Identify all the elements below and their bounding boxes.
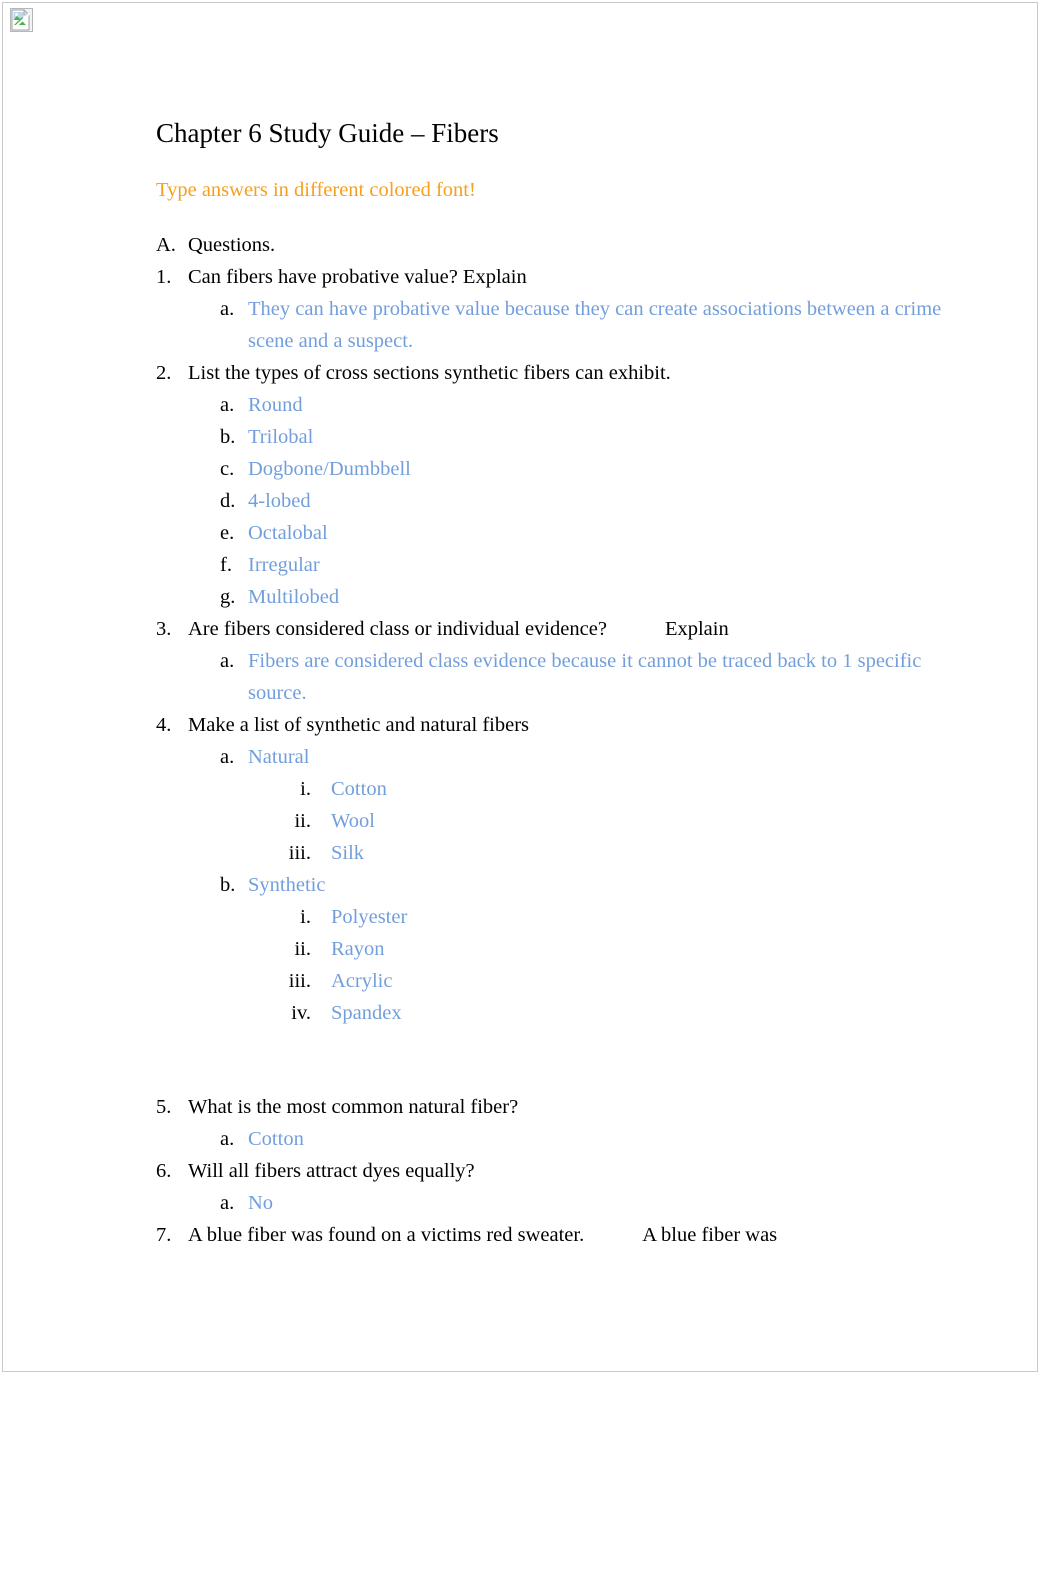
answer-text: Rayon [331,938,385,960]
answer-text: Synthetic [248,874,326,896]
question-text-part1: Are fibers considered class or individua… [188,618,607,640]
broken-image-icon[interactable] [10,8,33,32]
questions-outline: A. Questions. 1. Can fibers have probati… [156,229,946,1251]
list-marker: 5. [156,1096,172,1118]
list-marker: a. [220,1128,235,1150]
answer-text: Natural [248,746,310,768]
document-page: Chapter 6 Study Guide – Fibers Type answ… [2,2,1038,1372]
list-marker: iii. [288,842,311,864]
question-text: Make a list of synthetic and natural fib… [188,714,529,736]
answer-text: Fibers are considered class evidence bec… [248,650,922,704]
answer-text: They can have probative value because th… [248,298,942,352]
answer-6a: a. No [156,1187,946,1219]
answer-text: Acrylic [331,970,393,992]
answer-2e: e. Octalobal [156,517,946,549]
answer-text: Irregular [248,554,320,576]
answer-2c: c. Dogbone/Dumbbell [156,453,946,485]
answer-2a: a. Round [156,389,946,421]
answer-4b-ii: ii. Rayon [156,933,946,965]
list-marker: 3. [156,618,172,640]
answer-text: Spandex [331,1002,402,1024]
answer-1a: a. They can have probative value because… [156,293,946,357]
answer-text: No [248,1192,274,1214]
blank-paragraph [156,1029,946,1061]
answer-4a: a. Natural [156,741,946,773]
question-2: 2. List the types of cross sections synt… [156,357,946,389]
question-4: 4. Make a list of synthetic and natural … [156,709,946,741]
answer-4a-i: i. Cotton [156,773,946,805]
question-7: 7. A blue fiber was found on a victims r… [156,1219,946,1251]
list-marker: g. [220,586,236,608]
list-marker: 1. [156,266,172,288]
answer-5a: a. Cotton [156,1123,946,1155]
answer-4a-iii: iii. Silk [156,837,946,869]
answer-2g: g. Multilobed [156,581,946,613]
answer-3a: a. Fibers are considered class evidence … [156,645,946,709]
answer-text: Trilobal [248,426,314,448]
answer-text: Silk [331,842,365,864]
answer-text: Octalobal [248,522,328,544]
question-text: List the types of cross sections synthet… [188,362,671,384]
list-marker: 2. [156,362,172,384]
answer-4b-iv: iv. Spandex [156,997,946,1029]
page-title: Chapter 6 Study Guide – Fibers [156,118,499,148]
question-text-part1: A blue fiber was found on a victims red … [188,1224,585,1246]
document-content: Chapter 6 Study Guide – Fibers Type answ… [156,115,946,1251]
answer-text: Cotton [331,778,387,800]
answer-text: Multilobed [248,586,340,608]
list-marker: i. [300,778,311,800]
answer-text: 4-lobed [248,490,311,512]
question-6: 6. Will all fibers attract dyes equally? [156,1155,946,1187]
answer-4b-iii: iii. Acrylic [156,965,946,997]
list-marker: ii. [294,938,311,960]
question-text-part2: A blue fiber was [642,1224,778,1246]
question-1: 1. Can fibers have probative value? Expl… [156,261,946,293]
list-marker: c. [220,458,235,480]
list-marker: iii. [288,970,311,992]
answer-text: Polyester [331,906,408,928]
answer-text: Round [248,394,303,416]
list-marker: d. [220,490,236,512]
section-label: Questions. [188,234,276,256]
list-marker: b. [220,426,236,448]
question-text: Are fibers considered class or individua… [188,613,946,645]
answer-2d: d. 4-lobed [156,485,946,517]
question-text: Will all fibers attract dyes equally? [188,1160,475,1182]
list-marker: b. [220,874,236,896]
question-text: A blue fiber was found on a victims red … [188,1219,946,1251]
list-marker: a. [220,1192,235,1214]
instruction-note: Type answers in different colored font! [156,179,476,201]
section-heading-a: A. Questions. [156,229,946,261]
list-marker: ii. [294,810,311,832]
list-marker: iv. [291,1002,311,1024]
list-marker: a. [220,298,235,320]
answer-text: Cotton [248,1128,304,1150]
list-marker: 4. [156,714,172,736]
list-marker: a. [220,746,235,768]
question-text: Can fibers have probative value? Explain [188,266,527,288]
list-marker: a. [220,650,235,672]
list-marker: e. [220,522,235,544]
list-marker: A. [156,234,176,256]
answer-text: Wool [331,810,375,832]
list-marker: a. [220,394,235,416]
question-5: 5. What is the most common natural fiber… [156,1091,946,1123]
list-marker: i. [300,906,311,928]
list-marker: f. [220,554,232,576]
answer-text: Dogbone/Dumbbell [248,458,411,480]
answer-4a-ii: ii. Wool [156,805,946,837]
answer-4b: b. Synthetic [156,869,946,901]
list-marker: 7. [156,1224,172,1246]
answer-2f: f. Irregular [156,549,946,581]
answer-4b-i: i. Polyester [156,901,946,933]
question-text-part2: Explain [664,618,729,640]
question-text: What is the most common natural fiber? [188,1096,519,1118]
blank-paragraph [156,1061,946,1091]
answer-2b: b. Trilobal [156,421,946,453]
question-3: 3. Are fibers considered class or indivi… [156,613,946,645]
list-marker: 6. [156,1160,172,1182]
